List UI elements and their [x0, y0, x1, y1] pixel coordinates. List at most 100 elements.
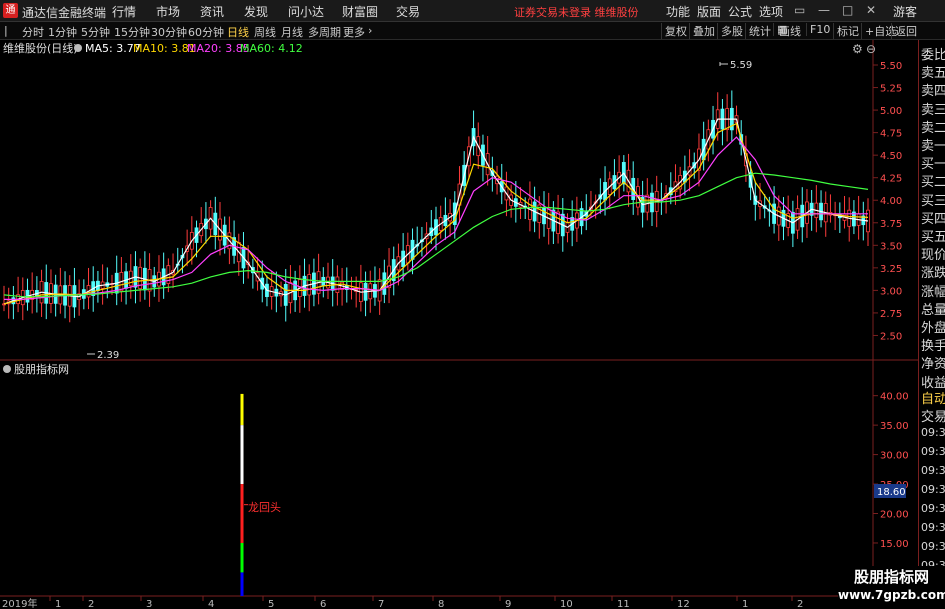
price-tick-label: 5.00: [880, 106, 902, 117]
period-intraday[interactable]: 分时: [22, 24, 44, 40]
maximize-icon[interactable]: □: [842, 3, 853, 17]
tick-time: 09:31: [921, 445, 945, 458]
stock-title: 维维股份(日线): [3, 41, 78, 55]
quote-row: 卖一: [921, 139, 945, 154]
indicator-segment: [240, 393, 244, 426]
settings-circle-icon[interactable]: [74, 44, 82, 52]
kline-chart[interactable]: 维维股份(日线) MA5: 3.77 MA10: 3.81 MA20: 3.85…: [0, 40, 918, 609]
trade-label[interactable]: 交易: [921, 406, 945, 425]
high-price-label: 5.59: [730, 60, 752, 71]
quote-row: 总量: [921, 302, 945, 318]
settings-gear-icon[interactable]: ⚙: [852, 42, 863, 56]
tool-f10[interactable]: F10: [806, 23, 830, 36]
xaxis-months: 1 2 3 4 5 6 7 8 9 10 11 12 1 2: [49, 596, 803, 609]
low-price-label: 2.39: [97, 350, 119, 361]
price-tick-label: 5.50: [880, 61, 902, 72]
month-label: 1: [55, 599, 61, 609]
menu-options[interactable]: 选项: [759, 3, 783, 20]
price-tick-label: 3.25: [880, 264, 902, 275]
guest-user[interactable]: 游客: [893, 3, 917, 20]
month-label: 7: [378, 599, 384, 609]
quote-row: 换手: [921, 339, 945, 355]
ma60-label: MA60: 4.12: [240, 42, 303, 55]
month-label: 1: [742, 599, 748, 609]
period-30min[interactable]: 30分钟: [151, 24, 187, 40]
menu-layout[interactable]: 版面: [697, 3, 721, 20]
indicator-settings-icon[interactable]: [3, 365, 11, 373]
quote-row: 卖三: [921, 102, 945, 118]
quote-row: 现价: [921, 248, 945, 264]
price-tick-label: 3.75: [880, 219, 902, 230]
quote-row: 外盘: [921, 321, 945, 336]
period-5min[interactable]: 5分钟: [81, 24, 110, 40]
indicator-title: 股朋指标网: [14, 362, 69, 376]
candlesticks: [2, 90, 870, 323]
month-label: 9: [505, 599, 511, 609]
month-label: 10: [560, 599, 573, 609]
window-menu-icon[interactable]: ▭: [794, 3, 805, 17]
quote-row: 买一: [921, 157, 945, 173]
chevron-right-icon[interactable]: ›: [368, 24, 372, 37]
tool-multi-stock[interactable]: 多股: [717, 23, 743, 39]
top-menu-bar: 通 通达信金融终端 行情 市场 资讯 发现 问小达 财富圈 交易 证券交易未登录…: [0, 0, 945, 22]
menu-function[interactable]: 功能: [666, 3, 690, 20]
tick-time: 09:32: [921, 502, 945, 515]
menu-wealth[interactable]: 财富圈: [342, 3, 378, 20]
period-15min[interactable]: 15分钟: [114, 24, 150, 40]
quote-panel: 委比 卖五 卖四 卖三 卖二 卖一 买一 买二 买三 买四 买五 现价 涨跌 涨幅 总量 外盘 换手 净资 收益 自…: [918, 40, 945, 609]
period-more[interactable]: 更多: [343, 24, 365, 40]
indicator-bar: [240, 393, 248, 596]
month-label: 3: [146, 599, 152, 609]
quote-row: 卖五: [921, 66, 945, 82]
quote-row: 委比: [921, 48, 945, 63]
menu-quotes[interactable]: 行情: [112, 3, 136, 20]
tick-time: 09:31: [921, 426, 945, 439]
app-logo-icon: 通: [3, 3, 18, 18]
tool-draw[interactable]: 画线: [776, 23, 801, 39]
quote-row: 涨跌: [921, 266, 945, 282]
indicator-segment: [240, 572, 244, 596]
quote-row: 卖二: [921, 120, 945, 136]
minimize-icon[interactable]: —: [818, 3, 830, 17]
tool-adjust[interactable]: 复权: [661, 23, 687, 39]
month-label: 11: [617, 599, 630, 609]
signal-annotation: 龙回头: [248, 501, 281, 514]
indicator-tick-label: 30.00: [880, 451, 909, 462]
menu-market[interactable]: 市场: [156, 3, 180, 20]
menu-formula[interactable]: 公式: [728, 3, 752, 20]
indicator-tick-label: 15.00: [880, 539, 909, 550]
period-toolbar: | 分时 1分钟 5分钟 15分钟 30分钟 60分钟 日线 周线 月线 多周期…: [0, 22, 945, 40]
close-icon[interactable]: ✕: [866, 3, 876, 17]
period-weekly[interactable]: 周线: [254, 24, 276, 40]
price-tick-label: 4.50: [880, 151, 902, 162]
login-notice[interactable]: 证券交易未登录 维维股份: [514, 4, 639, 20]
tool-stats[interactable]: 统计: [745, 23, 771, 39]
menu-discover[interactable]: 发现: [244, 3, 268, 20]
zoom-out-icon[interactable]: ⊖: [866, 42, 876, 56]
quote-row: 卖四: [921, 84, 945, 100]
watermark-title: 股朋指标网: [853, 568, 929, 586]
indicator-tick-label: 35.00: [880, 421, 909, 432]
menu-ask[interactable]: 问小达: [288, 3, 324, 20]
indicator-segment: [240, 484, 244, 543]
tick-time: 09:32: [921, 540, 945, 553]
tool-back[interactable]: 返回: [891, 23, 917, 39]
period-multi[interactable]: 多周期: [308, 24, 341, 40]
menu-news[interactable]: 资讯: [200, 3, 224, 20]
period-daily[interactable]: 日线: [227, 24, 249, 40]
price-tick-label: 4.00: [880, 196, 902, 207]
quote-row: 买三: [921, 193, 945, 209]
period-60min[interactable]: 60分钟: [188, 24, 224, 40]
price-tick-label: 5.25: [880, 84, 902, 95]
period-1min[interactable]: 1分钟: [48, 24, 77, 40]
xaxis-year: 2019年: [2, 597, 37, 609]
tool-mark[interactable]: 标记: [833, 23, 859, 39]
app-title: 通达信金融终端: [22, 6, 107, 20]
tool-overlay[interactable]: 叠加: [689, 23, 715, 39]
month-label: 12: [677, 599, 690, 609]
quote-row: 涨幅: [921, 284, 945, 300]
period-monthly[interactable]: 月线: [281, 24, 303, 40]
menu-trade[interactable]: 交易: [396, 3, 420, 20]
watermark-url: www.7gpzb.com: [838, 588, 945, 602]
auto-label[interactable]: 自动: [921, 388, 945, 407]
